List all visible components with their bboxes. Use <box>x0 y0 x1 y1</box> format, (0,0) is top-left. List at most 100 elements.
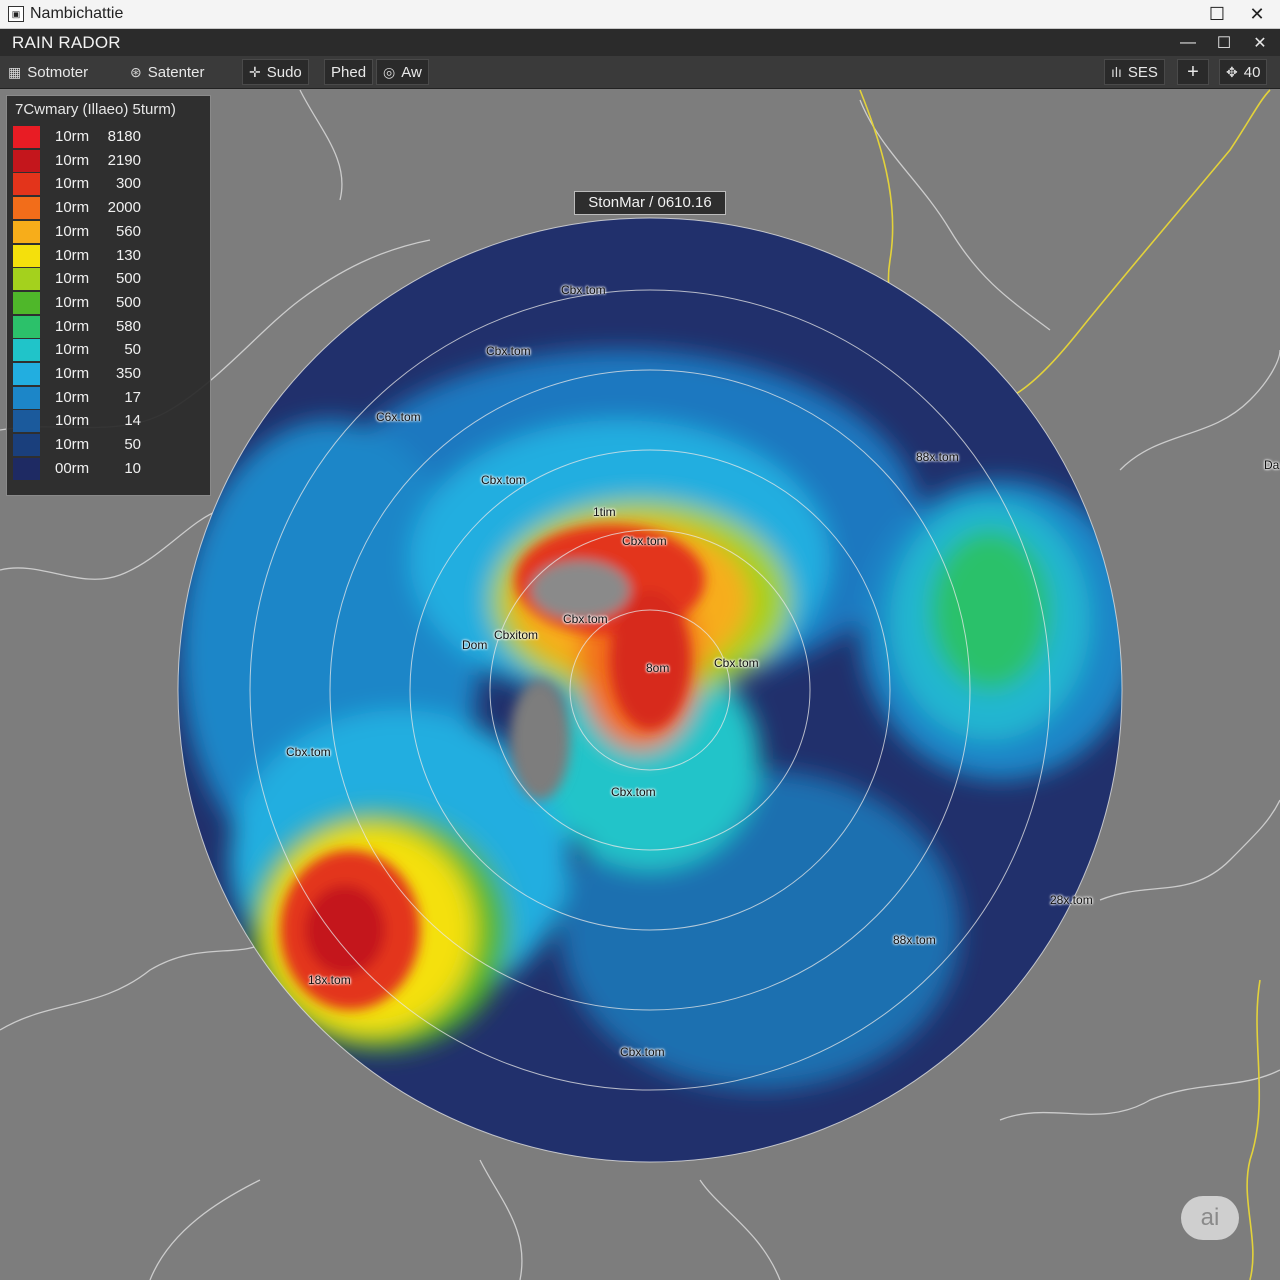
zoom-level: 40 <box>1243 63 1261 81</box>
legend-value: 300 <box>115 175 141 193</box>
plus-icon: + <box>1187 60 1199 83</box>
legend-swatch <box>13 363 40 385</box>
legend-title: 7Cwmary (Illaeo) 5turm) <box>15 101 176 118</box>
radar-city-label: C6x.tom <box>376 410 421 424</box>
radar-city-label: 18x.tom <box>308 973 351 987</box>
legend-swatch <box>13 197 40 220</box>
legend-value: 14 <box>124 412 141 430</box>
radar-city-label: Cbx.tom <box>286 745 331 759</box>
toolbar-label: Satenter <box>147 63 205 81</box>
radar-city-label: 1tim <box>593 505 616 519</box>
legend-label: 10rm <box>55 365 90 382</box>
legend-row: 10rm 500 <box>13 268 203 291</box>
legend-label: 10rm <box>55 222 90 240</box>
window-title: Nambichattie <box>30 5 124 22</box>
target-icon: ◎ <box>383 63 396 80</box>
rainfall-legend: 7Cwmary (Illaeo) 5turm) 10rm 8180 10rm 2190… <box>6 95 211 496</box>
legend-value: 130 <box>115 246 141 264</box>
os-title-bar: ▣ Nambichattie ☐ ✕ <box>0 0 1280 29</box>
legend-row: 00rm 10 <box>13 457 203 481</box>
toolbar-label: Sudo <box>266 63 302 81</box>
layers-icon: ▦ <box>8 63 22 80</box>
legend-row: 10rm 500 <box>13 291 203 315</box>
app-title-bar: RAIN RADOR — ☐ ✕ <box>0 29 1280 56</box>
close-icon: ✕ <box>1253 34 1267 52</box>
legend-label: 10rm <box>55 175 90 193</box>
crosshair-icon: ✛ <box>249 63 261 80</box>
legend-row: 10rm 300 <box>13 173 203 196</box>
toolbar-satenter-button[interactable]: ⊛ Satenter <box>130 59 204 85</box>
legend-label: 10rm <box>55 128 90 145</box>
legend-swatch <box>13 410 40 433</box>
app-title: RAIN RADOR <box>12 32 121 52</box>
legend-swatch <box>13 386 40 409</box>
legend-row: 10rm 130 <box>13 244 203 268</box>
legend-label: 00rm <box>55 459 90 477</box>
legend-row: 10rm 580 <box>13 315 203 339</box>
toolbar-ses-button[interactable]: ılı SES <box>1104 59 1165 85</box>
legend-swatch <box>13 173 40 196</box>
legend-row: 10rm 2190 <box>13 149 203 173</box>
radar-city-label: Cbx.tom <box>622 534 667 548</box>
legend-label: 10rm <box>55 412 90 430</box>
legend-swatch <box>13 126 40 148</box>
radar-city-label: Cbx.tom <box>611 785 656 799</box>
toolbar-sudo-button[interactable]: ✛ Sudo <box>242 59 309 85</box>
radar-city-label: Cbxitom <box>494 628 539 642</box>
ses-label: SES <box>1127 63 1158 81</box>
radar-city-label: Cbx.tom <box>714 656 759 670</box>
radar-city-label: 8om <box>646 661 670 675</box>
toolbar-label: Aw <box>401 63 422 81</box>
storm-tooltip: StonMar / 0610.16 <box>574 191 726 215</box>
legend-label: 10rm <box>55 388 90 406</box>
restore-icon: ☐ <box>1216 34 1232 52</box>
legend-label: 10rm <box>55 293 90 311</box>
legend-row: 10rm 50 <box>13 434 203 457</box>
radar-city-label: Cbx.tom <box>481 473 526 487</box>
toolbar-phed-button[interactable]: Phed <box>324 59 374 85</box>
legend-label: 10rm <box>55 246 90 264</box>
minimize-button[interactable]: — <box>1170 29 1206 56</box>
move-icon: ✥ <box>1226 63 1238 80</box>
legend-value: 10 <box>124 459 141 477</box>
restore-button[interactable]: ☐ <box>1206 29 1242 56</box>
legend-value: 580 <box>115 317 141 335</box>
radar-city-label: 88x.tom <box>893 933 936 947</box>
radar-city-label: Dom <box>462 638 488 652</box>
signal-icon: ılı <box>1111 64 1122 80</box>
radar-city-label: Cbx.tom <box>561 283 606 297</box>
legend-value: 350 <box>115 365 141 382</box>
legend-swatch <box>13 339 40 362</box>
legend-label: 10rm <box>55 436 90 454</box>
legend-swatch <box>13 244 40 267</box>
legend-swatch <box>13 457 40 480</box>
toolbar-aw-button[interactable]: ◎ Aw <box>376 59 429 85</box>
toolbar: ▦ Sotmoter ⊛ Satenter ✛ Sudo Phed ◎ Aw ı… <box>0 56 1280 89</box>
legend-swatch <box>13 149 40 172</box>
legend-row: 10rm 560 <box>13 220 203 244</box>
legend-label: 10rm <box>55 199 90 217</box>
zoom-in-button[interactable]: + <box>1177 59 1209 85</box>
legend-swatch <box>13 315 40 338</box>
toolbar-sotmoter-button[interactable]: ▦ Sotmoter <box>8 59 88 85</box>
legend-value: 560 <box>115 222 141 240</box>
satellite-icon: ⊛ <box>130 63 142 80</box>
radar-city-label: 28x.tom <box>1050 893 1093 907</box>
legend-swatch <box>13 291 40 314</box>
legend-value: 8180 <box>107 128 141 145</box>
legend-label: 10rm <box>55 151 90 169</box>
close-icon: ✕ <box>1249 3 1265 24</box>
legend-row: 10rm 50 <box>13 339 203 362</box>
radar-city-label: 88x.tom <box>916 450 959 464</box>
maximize-button[interactable]: ☐ <box>1197 0 1237 28</box>
app-close-button[interactable]: ✕ <box>1242 29 1278 56</box>
legend-row: 10rm 14 <box>13 410 203 433</box>
toolbar-label: Phed <box>331 63 367 81</box>
legend-row: 10rm 350 <box>13 363 203 386</box>
legend-value: 50 <box>124 341 141 359</box>
minimize-icon: — <box>1180 33 1196 51</box>
legend-swatch <box>13 434 40 457</box>
zoom-level-button[interactable]: ✥ 40 <box>1219 59 1268 85</box>
close-button[interactable]: ✕ <box>1237 0 1277 28</box>
radar-city-label: Cbx.tom <box>486 344 531 358</box>
